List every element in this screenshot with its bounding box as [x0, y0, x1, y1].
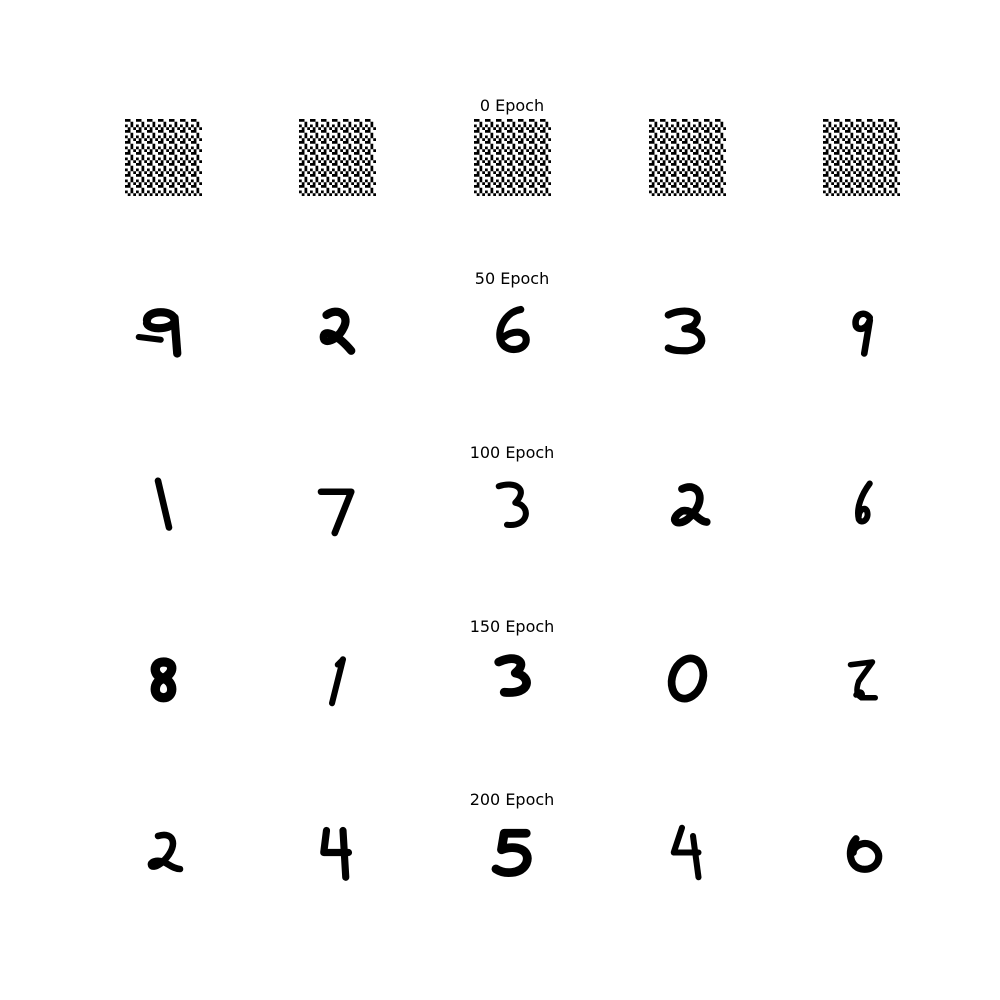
digit-sample-0 — [649, 640, 726, 717]
noise-sample-image — [474, 119, 551, 196]
digit-sample-4 — [299, 814, 376, 891]
digit-sample-1 — [299, 640, 376, 717]
row-title-epoch-150: 150 Epoch — [469, 617, 555, 636]
noise-sample-image — [649, 119, 726, 196]
digit-sample-6 — [474, 293, 551, 370]
digit-sample-4 — [649, 814, 726, 891]
digit-sample-9 — [823, 293, 900, 370]
noise-sample-image — [823, 119, 900, 196]
digit-sample-1 — [125, 467, 202, 544]
row-title-epoch-50: 50 Epoch — [474, 269, 550, 288]
digit-sample-2 — [649, 467, 726, 544]
digit-sample-9 — [125, 293, 202, 370]
digit-sample-2 — [823, 640, 900, 717]
noise-sample-image — [299, 119, 376, 196]
digit-sample-5 — [474, 814, 551, 891]
digit-sample-2 — [125, 814, 202, 891]
digit-sample-8 — [125, 640, 202, 717]
digit-sample-6 — [823, 467, 900, 544]
row-title-epoch-100: 100 Epoch — [469, 443, 555, 462]
digit-sample-2 — [299, 293, 376, 370]
row-title-epoch-0: 0 Epoch — [479, 96, 545, 115]
digit-sample-3 — [474, 467, 551, 544]
digit-sample-0 — [823, 814, 900, 891]
digit-sample-3 — [649, 293, 726, 370]
digit-sample-7 — [299, 467, 376, 544]
row-title-epoch-200: 200 Epoch — [469, 790, 555, 809]
digit-sample-3 — [474, 640, 551, 717]
noise-sample-image — [125, 119, 202, 196]
